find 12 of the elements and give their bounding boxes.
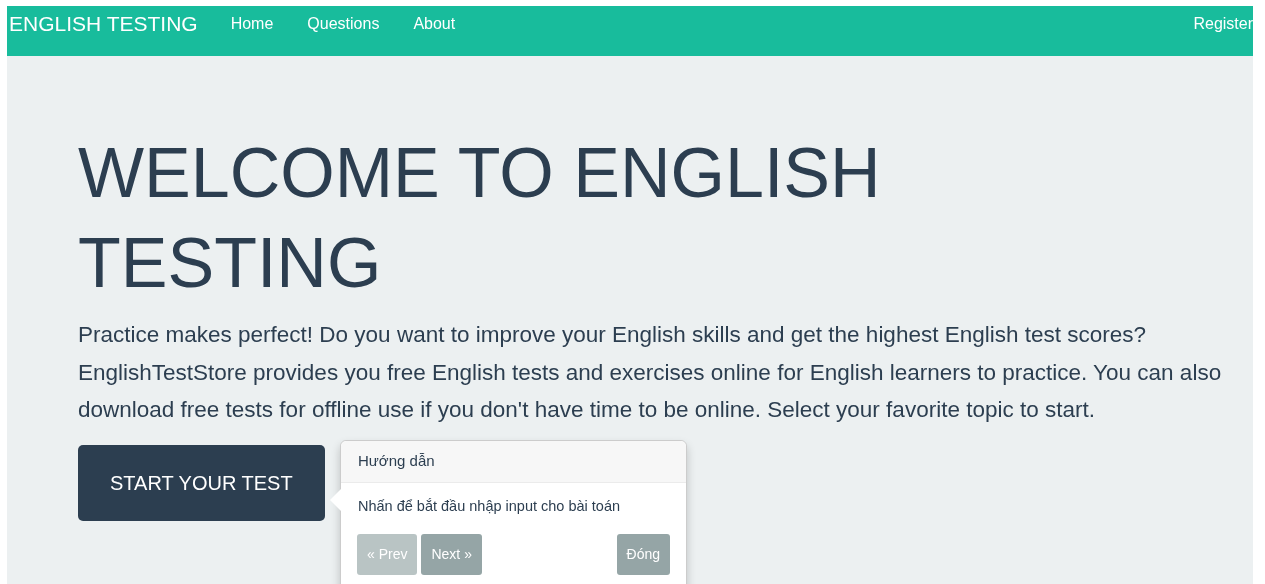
brand-link[interactable]: ENGLISH TESTING <box>7 6 198 40</box>
start-test-button[interactable]: START YOUR TEST <box>78 444 325 521</box>
next-button[interactable]: Next » <box>421 534 482 576</box>
popover-content: Nhấn để bắt đầu nhập input cho bài toán <box>357 496 622 516</box>
hero-text: Practice makes perfect! Do you want to improve your English skills and get the highest English test scores? EnglishTestStore provides you free English tests and exercises online for English learners to practice. You can also download free tests for offline use if you don't have time to be online. Select your favorite topic to start. <box>78 321 1223 424</box>
register-link[interactable]: Register <box>1176 6 1253 42</box>
nav-link[interactable]: Home <box>213 6 291 42</box>
popover-title: Hướng dẫn <box>341 441 686 483</box>
nav-link[interactable]: Questions <box>290 6 397 42</box>
close-button[interactable]: Đóng <box>616 534 670 576</box>
hero-title: WELCOME TO ENGLISH TESTING <box>78 133 882 304</box>
nav-link[interactable]: About <box>396 6 473 42</box>
